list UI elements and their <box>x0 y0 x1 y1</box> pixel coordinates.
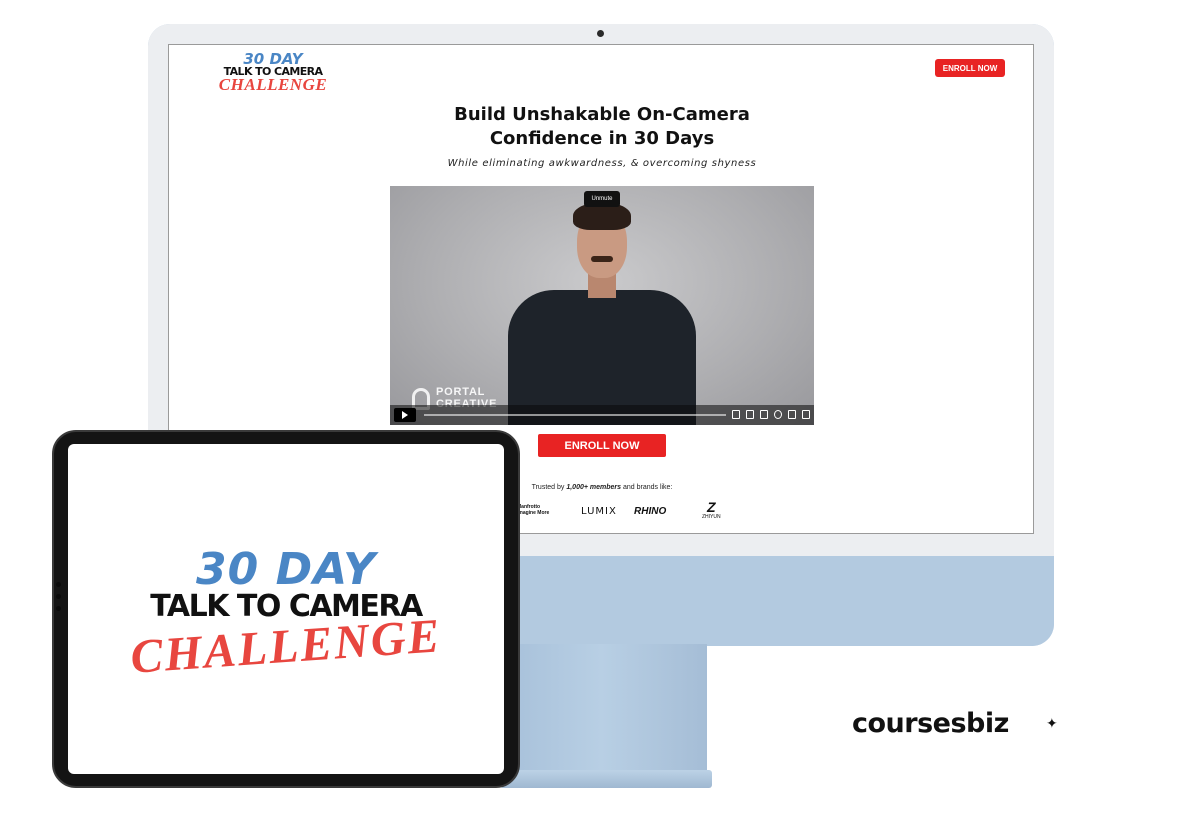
page-headline: Build Unshakable On-Camera Confidence in… <box>352 103 852 151</box>
trusted-emphasis: 1,000+ members <box>566 484 622 491</box>
play-icon <box>402 411 408 419</box>
volume-icon[interactable] <box>732 410 740 419</box>
zhiyun-mark-icon: Z <box>707 499 716 515</box>
imac-stand <box>515 644 707 772</box>
brand-logos: Manfrotto Imagine More LUMIX RHINO Z ZHI… <box>517 500 747 524</box>
video-controls <box>390 405 814 425</box>
main-enroll-button[interactable]: ENROLL NOW <box>538 434 666 457</box>
ipad-device: 30 DAY TALK TO CAMERA CHALLENGE <box>52 430 520 788</box>
ipad-sensor-icon <box>56 594 61 599</box>
coursesbiz-wordmark: coursesbiz <box>852 708 1009 739</box>
header-enroll-button[interactable]: ENROLL NOW <box>935 59 1005 77</box>
transcript-icon[interactable] <box>760 410 768 419</box>
settings-icon[interactable] <box>774 410 782 419</box>
site-logo[interactable]: 30 DAY TALK TO CAMERA CHALLENGE <box>213 51 333 95</box>
brand-lumix: LUMIX <box>581 506 617 517</box>
zhiyun-name: ZHIYUN <box>702 514 721 520</box>
pip-icon[interactable] <box>788 410 796 419</box>
headline-line-2: Confidence in 30 Days <box>489 128 715 149</box>
brand-rhino: RHINO <box>634 506 667 517</box>
watermark-line-1: PORTAL <box>436 386 486 398</box>
unmute-button[interactable]: Unmute <box>584 191 620 207</box>
page-subheadline: While eliminating awkwardness, & overcom… <box>447 158 757 169</box>
sparkle-icon: ✦ <box>1046 715 1058 731</box>
video-player[interactable]: Unmute PORTAL CREATIVE <box>390 186 814 425</box>
imac-stand-base <box>500 770 712 788</box>
ipad-camera-icon <box>56 582 61 587</box>
brand-manfrotto: Manfrotto Imagine More <box>517 504 549 516</box>
presenter-mustache <box>591 256 613 262</box>
manfrotto-tagline: Imagine More <box>517 510 550 516</box>
camera-icon <box>597 30 604 37</box>
headline-line-1: Build Unshakable On-Camera <box>454 104 750 125</box>
brand-zhiyun: Z ZHIYUN <box>702 500 721 520</box>
coursesbiz-logo: coursesbiz ✦ <box>852 706 1072 746</box>
trusted-prefix: Trusted by <box>531 484 567 491</box>
ipad-screen: 30 DAY TALK TO CAMERA CHALLENGE <box>68 444 504 774</box>
video-progress-bar[interactable] <box>424 414 726 416</box>
ipad-sensor-icon <box>56 606 61 611</box>
play-button[interactable] <box>394 408 416 422</box>
trusted-suffix: and brands like: <box>621 484 673 491</box>
fullscreen-icon[interactable] <box>802 410 810 419</box>
captions-icon[interactable] <box>746 410 754 419</box>
ipad-logo-line-30-day: 30 DAY <box>196 544 376 595</box>
logo-line-challenge: CHALLENGE <box>218 75 328 94</box>
